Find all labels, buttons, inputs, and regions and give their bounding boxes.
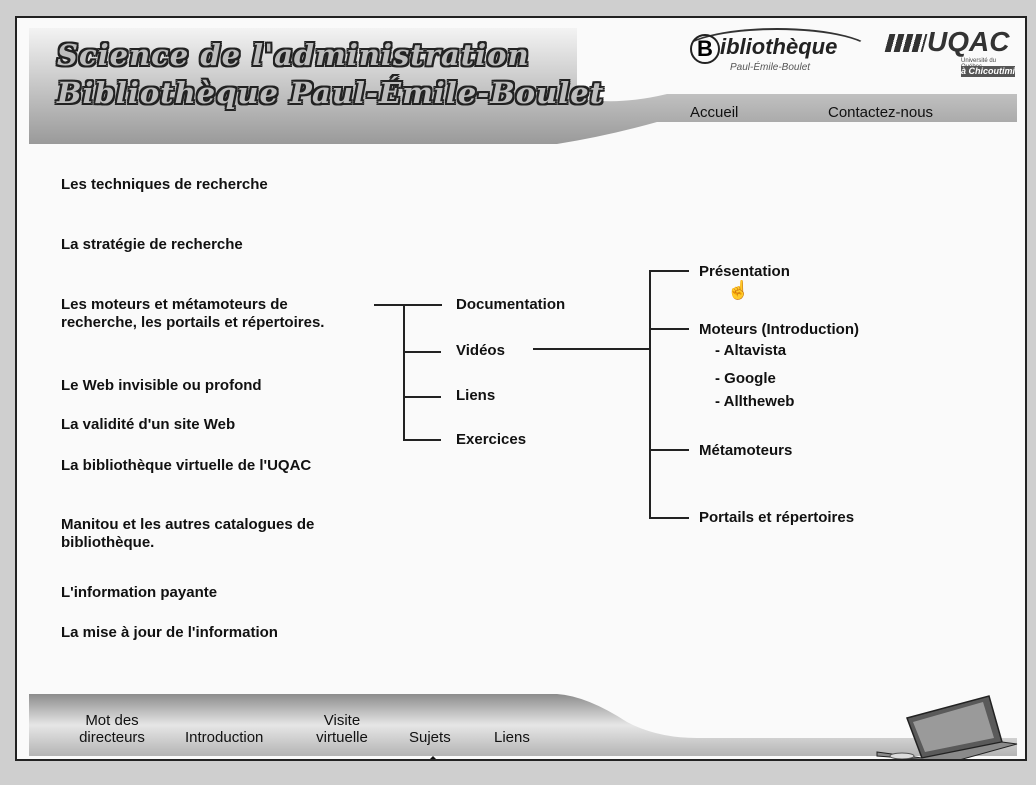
footer-visite-virtuelle[interactable]: Visite virtuelle <box>307 712 377 746</box>
footer-banner <box>29 694 1018 759</box>
menu-item-info-payante[interactable]: L'information payante <box>61 584 217 602</box>
connector-line <box>649 328 689 330</box>
nav-home[interactable]: Accueil <box>690 104 738 121</box>
connector-line <box>403 304 405 440</box>
library-letter: B <box>690 34 720 64</box>
connector-line <box>649 517 689 519</box>
hand-cursor-icon: ☝ <box>727 280 750 300</box>
footer-liens[interactable]: Liens <box>494 729 530 746</box>
menu-item-validite[interactable]: La validité d'un site Web <box>61 416 235 434</box>
menu-item-strategie[interactable]: La stratégie de recherche <box>61 236 243 254</box>
menu-item-techniques[interactable]: Les techniques de recherche <box>61 176 268 194</box>
footer-introduction[interactable]: Introduction <box>185 729 263 746</box>
connector-line <box>649 270 689 272</box>
videos-altavista[interactable]: - Altavista <box>715 342 786 359</box>
connector-line <box>649 449 689 451</box>
videos-alltheweb[interactable]: - Alltheweb <box>715 393 794 410</box>
page-title-line2: Bibliothèque Paul-Émile-Boulet <box>57 76 605 110</box>
connector-line <box>403 439 441 441</box>
menu-item-moteurs[interactable]: Les moteurs et métamoteurs de recherche,… <box>61 296 351 332</box>
university-logo[interactable]: UQAC Université du Québec à Chicoutimi <box>884 26 1017 78</box>
nav-contact[interactable]: Contactez-nous <box>828 104 933 121</box>
connector-line <box>374 304 442 306</box>
menu-item-web-invisible[interactable]: Le Web invisible ou profond <box>61 377 262 395</box>
library-name: ibliothèque <box>720 34 838 59</box>
menu-item-manitou[interactable]: Manitou et les autres catalogues de bibl… <box>61 516 351 552</box>
videos-google[interactable]: - Google <box>715 370 776 387</box>
videos-moteurs[interactable]: Moteurs (Introduction) <box>699 321 859 338</box>
connector-line <box>403 351 441 353</box>
university-city: à Chicoutimi <box>961 66 1016 77</box>
connector-line <box>403 396 441 398</box>
menu-item-bibliotheque-virtuelle[interactable]: La bibliothèque virtuelle de l'UQAC <box>61 457 311 475</box>
connector-line <box>533 348 649 350</box>
submenu-documentation[interactable]: Documentation <box>456 296 565 313</box>
submenu-videos[interactable]: Vidéos <box>456 342 505 359</box>
submenu-liens[interactable]: Liens <box>456 387 495 404</box>
library-logo[interactable]: B ibliothèque Paul-Émile-Boulet <box>680 28 890 82</box>
page-frame: Science de l'administration Bibliothèque… <box>15 16 1027 761</box>
footer-sujets[interactable]: Sujets <box>409 729 451 746</box>
university-name: UQAC <box>927 26 1010 57</box>
uqac-bars-icon <box>884 34 928 52</box>
page-title-line1: Science de l'administration <box>57 38 530 72</box>
footer-mot-directeurs[interactable]: Mot des directeurs <box>67 712 157 746</box>
videos-metamoteurs[interactable]: Métamoteurs <box>699 442 792 459</box>
library-subtitle: Paul-Émile-Boulet <box>730 62 811 73</box>
videos-portails[interactable]: Portails et répertoires <box>699 509 854 526</box>
menu-item-mise-a-jour[interactable]: La mise à jour de l'information <box>61 624 278 642</box>
videos-presentation[interactable]: Présentation <box>699 263 790 280</box>
connector-line <box>649 270 651 518</box>
submenu-exercices[interactable]: Exercices <box>456 431 526 448</box>
current-page-arrow-icon <box>421 756 445 759</box>
